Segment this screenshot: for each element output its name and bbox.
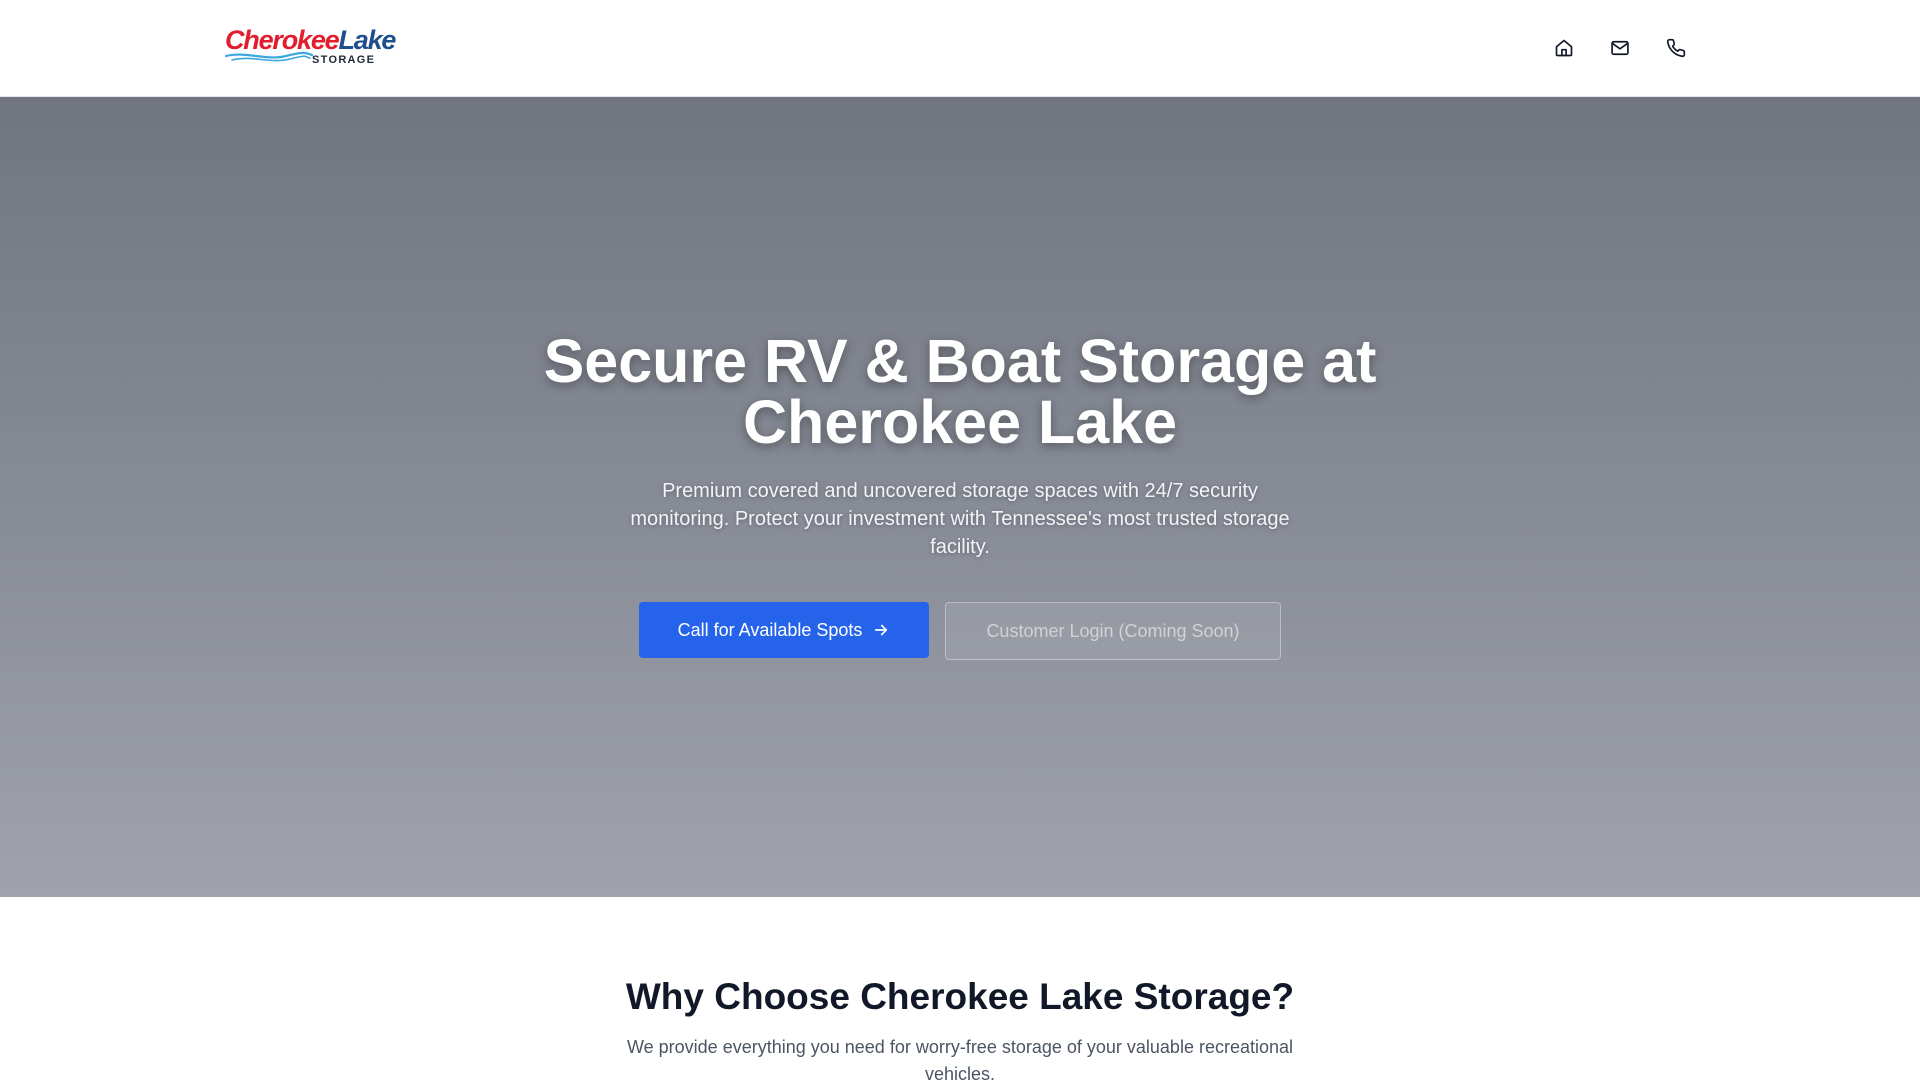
logo-subtitle: STORAGE <box>312 54 376 66</box>
customer-login-button[interactable]: Customer Login (Coming Soon) <box>945 602 1281 660</box>
hero-section: Secure RV & Boat Storage at Cherokee Lak… <box>0 97 1920 897</box>
hero-subtitle: Premium covered and uncovered storage sp… <box>630 480 1290 558</box>
mail-icon[interactable] <box>1605 33 1635 63</box>
hero-title: Secure RV & Boat Storage at Cherokee Lak… <box>543 327 1377 456</box>
cherokee-lake-storage-logo[interactable]: CherokeeLake STORAGE <box>224 24 396 70</box>
call-button-label: Call for Available Spots <box>677 619 863 640</box>
arrow-right-icon <box>875 624 888 636</box>
customer-login-label: Customer Login (Coming Soon) <box>986 620 1240 641</box>
features-title: Why Choose Cherokee Lake Storage? <box>625 976 1295 1017</box>
site-header: CherokeeLake STORAGE <box>0 0 1920 97</box>
logo-waves-icon <box>224 51 314 62</box>
logo-word-lake: Lake <box>338 25 396 55</box>
call-for-available-spots-button[interactable]: Call for Available Spots <box>639 602 929 658</box>
phone-icon[interactable] <box>1661 33 1691 63</box>
home-icon[interactable] <box>1549 33 1579 63</box>
